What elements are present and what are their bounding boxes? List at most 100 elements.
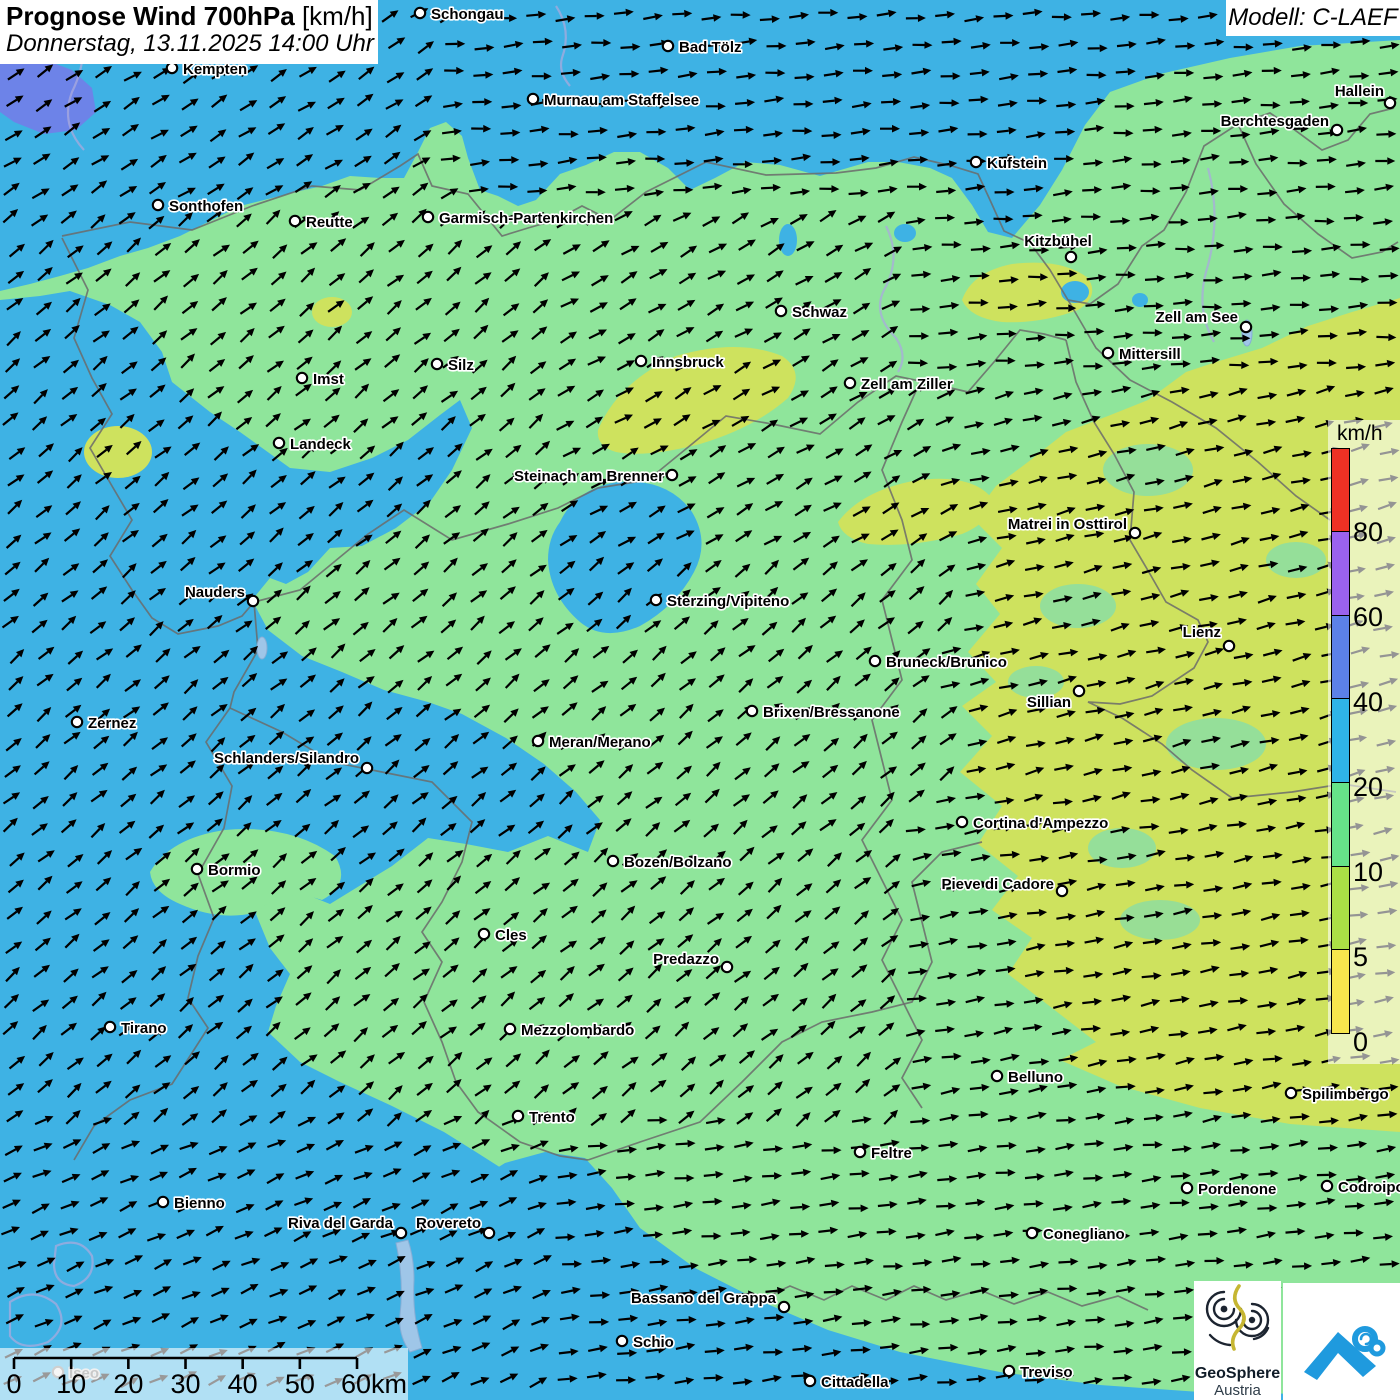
city-label: Sonthofen	[169, 198, 243, 215]
legend-tick-label: 60	[1353, 604, 1383, 631]
city-label: Bad Tölz	[679, 39, 742, 56]
city: Murnau am Staffelsee	[528, 92, 699, 109]
city-marker	[1322, 1181, 1332, 1191]
city-label: Brixen/Bressanone	[763, 704, 900, 721]
city-marker	[1286, 1088, 1296, 1098]
city-marker	[297, 373, 307, 383]
city-label: Matrei in Osttirol	[1008, 516, 1127, 533]
city-marker	[722, 962, 732, 972]
city-marker	[105, 1022, 115, 1032]
city-label: Rovereto	[416, 1215, 481, 1232]
city-label: Sterzing/Vipiteno	[667, 593, 789, 610]
legend-segment-40	[1331, 615, 1350, 700]
city-label: Imst	[313, 371, 344, 388]
city-label: Mezzolombardo	[521, 1022, 634, 1039]
city-marker	[651, 595, 661, 605]
city: Spilimbergo	[1286, 1086, 1389, 1103]
city-label: Pordenone	[1198, 1181, 1276, 1198]
city-marker	[747, 706, 757, 716]
region-cyan-small	[1132, 293, 1148, 307]
brand-country-name: Austria	[1194, 1383, 1281, 1400]
map-canvas: IseoSchongauBad TölzKemptenMurnau am Sta…	[0, 0, 1400, 1400]
city: Sterzing/Vipiteno	[651, 593, 789, 610]
city-marker	[290, 216, 300, 226]
city: Meran/Merano	[533, 734, 651, 751]
city-label: Bormio	[208, 862, 261, 879]
city: Bozen/Bolzano	[608, 854, 732, 871]
legend-tick-label: 0	[1353, 1029, 1368, 1056]
scalebar-label: 40	[228, 1369, 258, 1399]
city-label: Conegliano	[1043, 1226, 1125, 1243]
city-marker	[1182, 1183, 1192, 1193]
city-marker	[167, 63, 177, 73]
model-label: Modell: C-LAEF	[1226, 0, 1400, 36]
region-cyan-small	[1061, 281, 1089, 303]
city-label: Silz	[448, 357, 474, 374]
title-unit: [km/h]	[302, 1, 373, 31]
city-label: Schio	[633, 1334, 674, 1351]
city-marker	[192, 864, 202, 874]
city-label: Nauders	[185, 584, 245, 601]
city-marker	[805, 1376, 815, 1386]
scalebar-label: 30	[170, 1369, 200, 1399]
city-marker	[533, 736, 543, 746]
page-title: Prognose Wind 700hPa [km/h]	[6, 2, 370, 31]
scalebar-ruler: 0102030405060km	[0, 1348, 408, 1400]
city-marker	[415, 8, 425, 18]
city-marker	[1057, 886, 1067, 896]
city-label: Schongau	[431, 6, 504, 23]
title-parameter: Prognose Wind 700hPa	[6, 1, 295, 31]
scalebar-label: 60km	[341, 1369, 407, 1399]
city-marker	[1004, 1366, 1014, 1376]
city-marker	[479, 929, 489, 939]
city-label: Lienz	[1183, 624, 1221, 641]
city-marker	[1241, 322, 1251, 332]
city-marker	[608, 856, 618, 866]
city-label: Pieve di Cadore	[941, 876, 1054, 893]
city-marker	[528, 94, 538, 104]
city-label: Kitzbühel	[1024, 233, 1092, 250]
city-marker	[667, 470, 677, 480]
city-marker	[72, 717, 82, 727]
lake	[257, 637, 267, 659]
city-marker	[396, 1228, 406, 1238]
city: Steinach am Brenner	[514, 468, 677, 485]
city-marker	[423, 212, 433, 222]
city-marker	[845, 378, 855, 388]
geosphere-logo-box: GeoSphere Austria	[1194, 1281, 1281, 1400]
scalebar-label: 20	[113, 1369, 143, 1399]
city-marker	[971, 157, 981, 167]
region-teal-patch	[1120, 900, 1200, 940]
region-teal-patch	[1088, 828, 1156, 868]
brand-org-name: GeoSphere	[1194, 1366, 1281, 1383]
city-label: Schwaz	[792, 304, 847, 321]
city-marker	[1385, 98, 1395, 108]
title-box: Prognose Wind 700hPa [km/h] Donnerstag, …	[0, 0, 378, 64]
city: Garmisch-Partenkirchen	[423, 210, 613, 227]
region-cyan-small	[894, 224, 916, 242]
city-label: Riva del Garda	[288, 1215, 394, 1232]
city-marker	[153, 200, 163, 210]
region-yellow-small	[84, 426, 152, 478]
city-label: Innsbruck	[652, 354, 724, 371]
legend-tick-label: 40	[1353, 689, 1383, 716]
city-marker	[636, 356, 646, 366]
legend-tick-label: 20	[1353, 774, 1383, 801]
region-cyan-small	[779, 224, 797, 256]
city-marker	[432, 359, 442, 369]
legend-segment-80	[1331, 448, 1350, 533]
city-marker	[362, 763, 372, 773]
region-yellow-small	[312, 297, 352, 327]
scalebar-label: 10	[56, 1369, 86, 1399]
region-teal-patch	[1266, 542, 1326, 578]
city-marker	[1224, 641, 1234, 651]
city-label: Treviso	[1020, 1364, 1073, 1381]
legend-tick-label: 5	[1353, 944, 1368, 971]
city-marker	[870, 656, 880, 666]
city-label: Berchtesgaden	[1221, 113, 1329, 130]
city-label: Belluno	[1008, 1069, 1063, 1086]
city-label: Bassano del Grappa	[631, 1290, 777, 1307]
city-marker	[855, 1147, 865, 1157]
city-label: Tirano	[121, 1020, 167, 1037]
city-label: Feltre	[871, 1145, 912, 1162]
